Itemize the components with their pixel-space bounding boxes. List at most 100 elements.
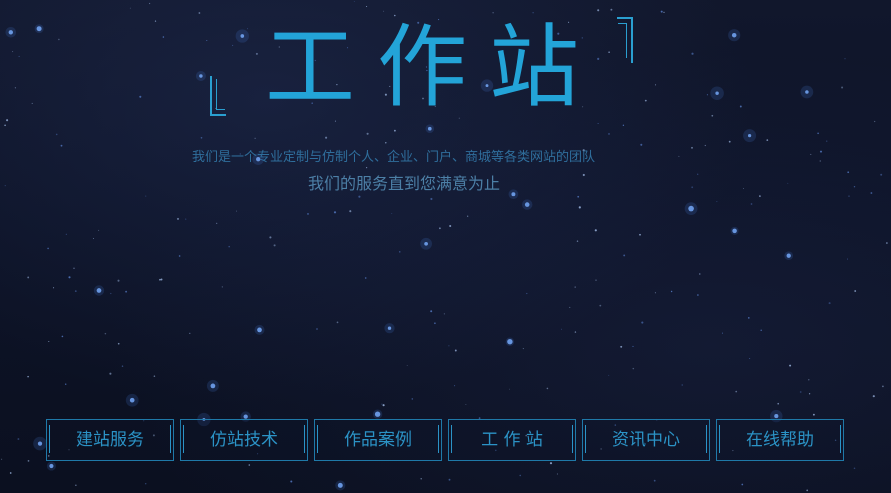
star [144,482,147,485]
star [27,460,30,462]
star [739,105,742,108]
star [716,201,718,203]
star [766,139,769,141]
star [799,391,802,393]
star [4,185,6,187]
star [678,155,680,157]
star [706,94,708,96]
star [569,306,571,308]
star [290,480,293,483]
star [315,327,319,331]
star [854,290,857,292]
star-glow [505,337,515,346]
star [74,290,77,292]
star [334,120,336,122]
star [154,20,157,22]
star [697,294,699,296]
star [394,129,396,132]
page-title: 工作站 [265,15,601,120]
star [848,195,850,197]
star [699,273,701,275]
star [660,10,663,13]
star [391,213,393,215]
star [307,213,309,215]
star [411,398,414,400]
star [728,140,731,143]
star [110,292,112,295]
star [597,9,600,12]
star [198,12,201,14]
star [336,321,339,324]
star [750,203,753,205]
star-glow [384,323,395,334]
star [697,173,699,175]
star [443,313,445,315]
star [139,95,142,98]
star [872,395,875,398]
star [828,302,831,305]
star [467,215,469,217]
star-glow [684,202,698,215]
nav-build-service-button[interactable]: 建站服务 [46,419,174,461]
star-glow [508,189,519,200]
star [12,51,14,53]
star [743,187,744,189]
nav-workstation-button[interactable]: 工 作 站 [448,419,576,461]
star [777,402,779,405]
nav-portfolio-button[interactable]: 作品案例 [314,419,442,461]
star [117,342,120,345]
star-glow [254,324,265,335]
tagline-text: 我们的服务直到您满意为止 [308,174,501,193]
star [366,5,368,8]
star [759,195,761,197]
nav-clone-tech-button[interactable]: 仿站技术 [180,419,308,461]
star [73,267,75,269]
star [399,251,401,253]
star [364,277,367,279]
star [109,372,112,375]
star [325,136,328,139]
star [454,385,456,387]
star [574,331,577,333]
star [430,197,433,201]
star [582,173,585,177]
star [465,403,467,405]
star [406,365,408,366]
star [577,195,580,198]
star [721,332,723,334]
star [826,140,828,142]
star-glow [335,480,346,491]
star [654,292,656,294]
star [92,238,94,240]
star [492,12,494,14]
star [61,335,64,338]
star [787,182,789,184]
star [221,286,223,288]
star [532,12,534,14]
star [75,484,77,486]
star [6,119,9,122]
star [886,242,888,244]
nav-online-help-button[interactable]: 在线帮助 [716,419,844,461]
star [17,438,20,440]
star-glow [743,129,757,143]
star [522,348,524,350]
nav-news-center-button[interactable]: 资讯中心 [582,419,710,461]
star [622,124,625,126]
star-glow [206,379,219,392]
star [519,474,521,477]
star [448,345,450,347]
star [148,2,151,5]
star [819,160,821,162]
star [1,458,3,460]
star [644,99,647,102]
star [880,173,883,176]
star [65,233,67,235]
star [691,52,694,55]
star [574,286,576,288]
star [117,279,120,282]
star [434,322,436,325]
star [385,142,387,144]
star [819,150,823,153]
star [449,224,452,228]
